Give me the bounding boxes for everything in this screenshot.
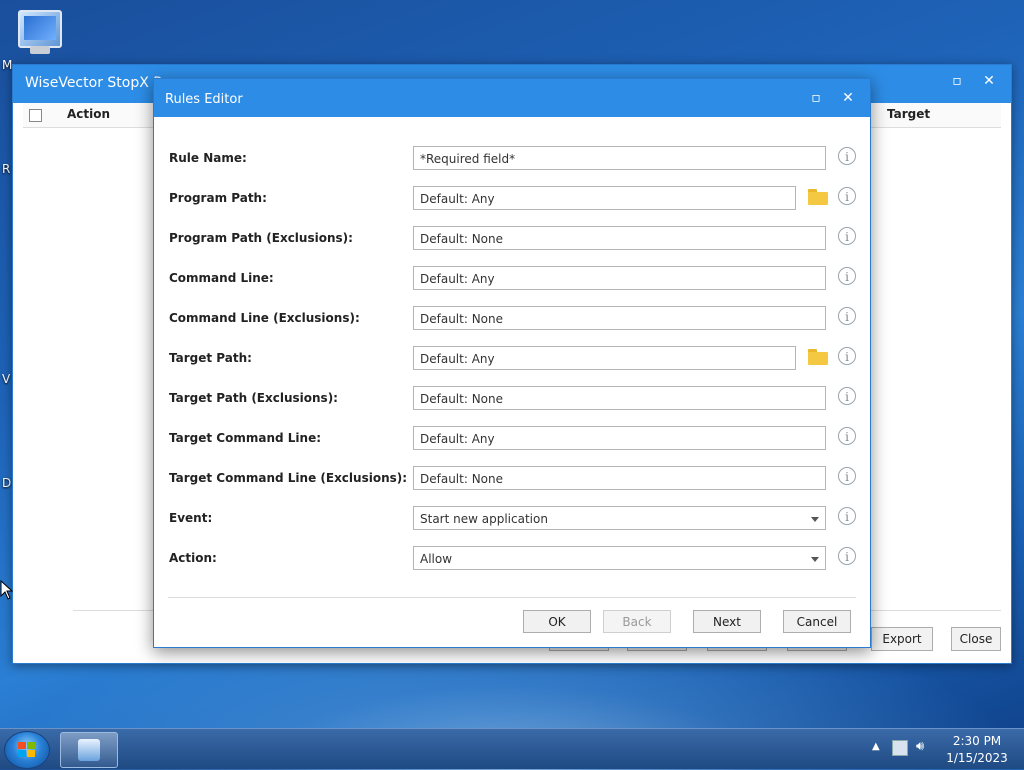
field-label: Program Path (Exclusions): (169, 231, 353, 245)
folder-icon[interactable] (808, 189, 828, 205)
close-button[interactable]: Close (951, 627, 1001, 651)
divider (168, 597, 856, 598)
clock-time[interactable]: 2:30 PM (942, 734, 1012, 748)
main-window-title: WiseVector StopX Ru (25, 75, 172, 91)
form-row-command-line-exclusions: Command Line (Exclusions): Default: None… (154, 306, 870, 332)
column-header-action[interactable]: Action (67, 107, 110, 121)
target-path-input[interactable]: Default: Any (413, 346, 796, 370)
rules-editor-dialog: Rules Editor ▫ ✕ Rule Name: *Required fi… (153, 78, 871, 648)
dialog-title: Rules Editor (165, 92, 243, 107)
desktop-edge-letter: D (2, 476, 12, 490)
form-row-program-path-exclusions: Program Path (Exclusions): Default: None… (154, 226, 870, 252)
form-row-target-command-line: Target Command Line: Default: Any i (154, 426, 870, 452)
event-select-value: Start new application (420, 512, 548, 526)
target-command-line-exclusions-input[interactable]: Default: None (413, 466, 826, 490)
field-label: Command Line (Exclusions): (169, 311, 360, 325)
action-select-value: Allow (420, 552, 453, 566)
field-label: Command Line: (169, 271, 274, 285)
program-path-input[interactable]: Default: Any (413, 186, 796, 210)
info-icon[interactable]: i (838, 147, 856, 165)
command-line-exclusions-input[interactable]: Default: None (413, 306, 826, 330)
mouse-cursor-icon (0, 580, 14, 600)
desktop-edge-letter: V (2, 372, 11, 386)
info-icon[interactable]: i (838, 507, 856, 525)
select-all-checkbox[interactable] (29, 109, 42, 122)
field-label: Rule Name: (169, 151, 247, 165)
field-label: Target Path: (169, 351, 252, 365)
form-row-command-line: Command Line: Default: Any i (154, 266, 870, 292)
rule-name-input[interactable]: *Required field* (413, 146, 826, 170)
stopx-shield-icon (78, 739, 100, 761)
form-row-target-path-exclusions: Target Path (Exclusions): Default: None … (154, 386, 870, 412)
desktop-edge-letter: R (2, 162, 11, 176)
close-icon[interactable]: ✕ (975, 69, 1003, 93)
volume-icon[interactable]: 🔊︎ (916, 739, 924, 754)
ok-button[interactable]: OK (523, 610, 591, 633)
chevron-down-icon[interactable] (811, 517, 819, 522)
cancel-button[interactable]: Cancel (783, 610, 851, 633)
maximize-icon[interactable]: ▫ (943, 69, 971, 93)
info-icon[interactable]: i (838, 467, 856, 485)
info-icon[interactable]: i (838, 387, 856, 405)
dialog-titlebar[interactable]: Rules Editor ▫ ✕ (154, 79, 870, 117)
taskbar-app-stopx[interactable] (60, 732, 118, 768)
info-icon[interactable]: i (838, 267, 856, 285)
info-icon[interactable]: i (838, 427, 856, 445)
clock-date[interactable]: 1/15/2023 (942, 751, 1012, 765)
form-row-target-command-line-exclusions: Target Command Line (Exclusions): Defaul… (154, 466, 870, 492)
folder-icon[interactable] (808, 349, 828, 365)
target-command-line-input[interactable]: Default: Any (413, 426, 826, 450)
info-icon[interactable]: i (838, 307, 856, 325)
close-icon[interactable]: ✕ (834, 86, 862, 110)
desktop-icon-label: M (2, 58, 13, 72)
computer-icon[interactable] (14, 8, 64, 60)
field-label: Action: (169, 551, 217, 565)
event-select[interactable]: Start new application (413, 506, 826, 530)
form-row-program-path: Program Path: Default: Any i (154, 186, 870, 212)
info-icon[interactable]: i (838, 227, 856, 245)
windows-logo-icon (18, 742, 36, 758)
field-label: Program Path: (169, 191, 267, 205)
start-button[interactable] (4, 731, 50, 769)
export-button[interactable]: Export (871, 627, 933, 651)
command-line-input[interactable]: Default: Any (413, 266, 826, 290)
chevron-down-icon[interactable] (811, 557, 819, 562)
field-label: Target Command Line (Exclusions): (169, 471, 408, 485)
field-label: Target Path (Exclusions): (169, 391, 338, 405)
field-label: Event: (169, 511, 213, 525)
target-path-exclusions-input[interactable]: Default: None (413, 386, 826, 410)
back-button[interactable]: Back (603, 610, 671, 633)
form-row-target-path: Target Path: Default: Any i (154, 346, 870, 372)
info-icon[interactable]: i (838, 347, 856, 365)
info-icon[interactable]: i (838, 547, 856, 565)
system-tray: ▲ 🔊︎ 2:30 PM 1/15/2023 (864, 729, 1024, 769)
form-row-event: Event: Start new application i (154, 506, 870, 532)
field-label: Target Command Line: (169, 431, 322, 445)
taskbar: ▲ 🔊︎ 2:30 PM 1/15/2023 (0, 728, 1024, 769)
program-path-exclusions-input[interactable]: Default: None (413, 226, 826, 250)
action-select[interactable]: Allow (413, 546, 826, 570)
next-button[interactable]: Next (693, 610, 761, 633)
network-icon[interactable] (892, 740, 908, 756)
info-icon[interactable]: i (838, 187, 856, 205)
form-row-action: Action: Allow i (154, 546, 870, 572)
show-hidden-icons-icon[interactable]: ▲ (872, 741, 880, 752)
form-row-rule-name: Rule Name: *Required field* i (154, 146, 870, 172)
column-header-target[interactable]: Target (887, 107, 930, 121)
maximize-icon[interactable]: ▫ (802, 86, 830, 110)
